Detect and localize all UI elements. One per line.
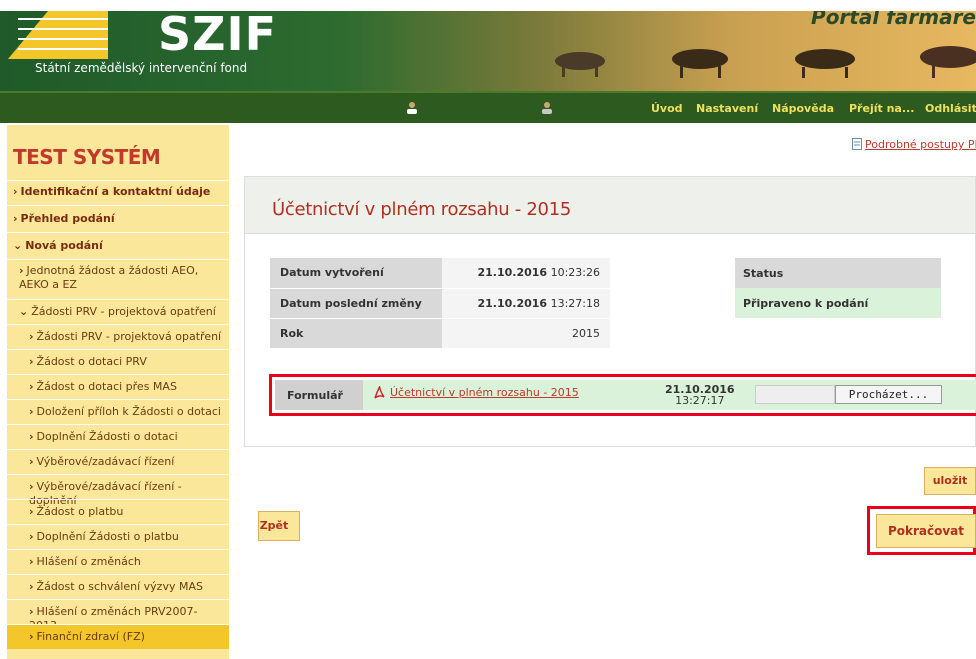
sidebar-item-mas-grant[interactable]: › Žádost o dotaci přes MAS bbox=[7, 374, 229, 399]
chevron-right-icon: › bbox=[29, 505, 34, 518]
chevron-down-icon: ⌄ bbox=[19, 305, 29, 318]
nav-logout[interactable]: Odhlásit bbox=[925, 102, 976, 115]
portal-title: Portál farmáře bbox=[811, 11, 976, 29]
sidebar-item-change-reports-2007[interactable]: ›Hlášení o změnách PRV2007-2013 bbox=[7, 599, 229, 632]
sidebar-item-prv-projects[interactable]: ⌄ Žádosti PRV - projektová opatření bbox=[7, 299, 229, 324]
chevron-down-icon: ⌄ bbox=[13, 239, 23, 252]
form-label: Formulář bbox=[275, 380, 363, 410]
header-banner: SZIF Státní zemědělský intervenční fond … bbox=[0, 11, 976, 91]
header-subtitle: Státní zemědělský intervenční fond bbox=[35, 61, 248, 75]
chevron-right-icon: › bbox=[29, 355, 34, 368]
sidebar-item-prv-grant[interactable]: › Žádost o dotaci PRV bbox=[7, 349, 229, 374]
chevron-right-icon: › bbox=[29, 405, 34, 418]
chevron-right-icon: › bbox=[29, 580, 34, 593]
browse-button[interactable]: Procházet... bbox=[835, 385, 942, 404]
chevron-right-icon: › bbox=[29, 330, 34, 343]
sidebar-item-financial-health[interactable]: › Finanční zdraví (FZ) bbox=[7, 624, 229, 649]
sidebar-item-single-application[interactable]: › Jednotná žádost a žádosti AEO, AEKO a E… bbox=[7, 259, 229, 299]
table-row: Datum poslední změny 21.10.2016 13:27:18 bbox=[270, 288, 610, 319]
form-date: 21.10.2016 13:27:17 bbox=[665, 383, 735, 407]
user-profile-icon[interactable] bbox=[540, 101, 554, 115]
chevron-right-icon: › bbox=[29, 630, 34, 643]
chevron-right-icon: › bbox=[29, 555, 34, 568]
nav-help[interactable]: Nápověda bbox=[772, 102, 834, 115]
logo-stripes-icon bbox=[8, 11, 108, 59]
continue-button[interactable]: Pokračovat bbox=[876, 514, 976, 548]
chevron-right-icon: › bbox=[13, 185, 18, 198]
sidebar-item-identification[interactable]: › Identifikační a kontaktní údaje bbox=[7, 180, 229, 205]
sidebar-item-new-submissions[interactable]: ⌄ Nová podání bbox=[7, 232, 229, 259]
detail-panel: Účetnictví v plném rozsahu - 2015 Datum … bbox=[244, 176, 976, 447]
sidebar: TEST SYSTÉM › Identifikační a kontaktní ú… bbox=[7, 125, 229, 659]
created-label: Datum vytvoření bbox=[270, 258, 442, 289]
table-row: Datum vytvoření 21.10.2016 10:23:26 bbox=[270, 258, 610, 289]
sidebar-item-attachments[interactable]: › Doložení příloh k Žádosti o dotaci bbox=[7, 399, 229, 424]
status-badge: Připraveno k podání bbox=[735, 288, 941, 318]
form-row: Formulář Účetnictví v plném rozsahu - 20… bbox=[269, 374, 976, 416]
sidebar-item-grant-completion[interactable]: › Doplnění Žádosti o dotaci bbox=[7, 424, 229, 449]
sidebar-item-submissions-overview[interactable]: › Přehled podání bbox=[7, 205, 229, 232]
sidebar-item-prv-projects-sub[interactable]: › Žádosti PRV - projektová opatření bbox=[7, 324, 229, 349]
back-button[interactable]: Zpět bbox=[258, 511, 300, 541]
chevron-right-icon: › bbox=[13, 212, 18, 225]
system-title: TEST SYSTÉM bbox=[13, 145, 161, 169]
nav-goto[interactable]: Přejít na... bbox=[849, 102, 914, 115]
chevron-right-icon: › bbox=[29, 530, 34, 543]
chevron-right-icon: › bbox=[19, 264, 24, 277]
chevron-right-icon: › bbox=[29, 480, 34, 493]
sidebar-item-change-reports[interactable]: › Hlášení o změnách bbox=[7, 549, 229, 574]
sidebar-item-tender[interactable]: › Výběrové/zadávací řízení bbox=[7, 449, 229, 474]
chevron-right-icon: › bbox=[29, 605, 34, 618]
top-navbar: Úvod Nastavení Nápověda Přejít na... Odh… bbox=[0, 91, 976, 123]
status-table: Status Připraveno k podání bbox=[735, 258, 941, 318]
status-label: Status bbox=[735, 258, 941, 288]
file-path-input[interactable] bbox=[755, 385, 835, 404]
sidebar-item-payment[interactable]: › Žádost o platbu bbox=[7, 499, 229, 524]
cows-image-icon bbox=[555, 46, 976, 78]
sidebar-item-tender-completion[interactable]: › Výběrové/zadávací řízení - doplnění bbox=[7, 474, 229, 507]
modified-label: Datum poslední změny bbox=[270, 288, 442, 319]
page-title: Účetnictví v plném rozsahu - 2015 bbox=[272, 199, 572, 220]
modified-value: 21.10.2016 13:27:18 bbox=[442, 288, 610, 319]
year-value: 2015 bbox=[442, 318, 610, 349]
pdf-icon bbox=[374, 386, 385, 399]
nav-home[interactable]: Úvod bbox=[651, 102, 683, 115]
year-label: Rok bbox=[270, 318, 442, 349]
sidebar-item-payment-completion[interactable]: › Doplnění Žádosti o platbu bbox=[7, 524, 229, 549]
created-value: 21.10.2016 10:23:26 bbox=[442, 258, 610, 289]
info-table: Datum vytvoření 21.10.2016 10:23:26 Datu… bbox=[270, 258, 610, 349]
form-file-link[interactable]: Účetnictví v plném rozsahu - 2015 bbox=[390, 386, 579, 399]
table-row: Rok 2015 bbox=[270, 318, 610, 349]
prv-procedures-link[interactable]: Podrobné postupy PRV bbox=[852, 138, 976, 151]
user-icon[interactable] bbox=[405, 101, 419, 115]
document-icon bbox=[852, 138, 862, 150]
nav-settings[interactable]: Nastavení bbox=[696, 102, 758, 115]
save-button[interactable]: uložit bbox=[924, 467, 976, 495]
chevron-right-icon: › bbox=[29, 380, 34, 393]
sidebar-item-mas-call-approval[interactable]: › Žádost o schválení výzvy MAS bbox=[7, 574, 229, 599]
chevron-right-icon: › bbox=[29, 430, 34, 443]
szif-logo: SZIF bbox=[158, 11, 278, 61]
chevron-right-icon: › bbox=[29, 455, 34, 468]
